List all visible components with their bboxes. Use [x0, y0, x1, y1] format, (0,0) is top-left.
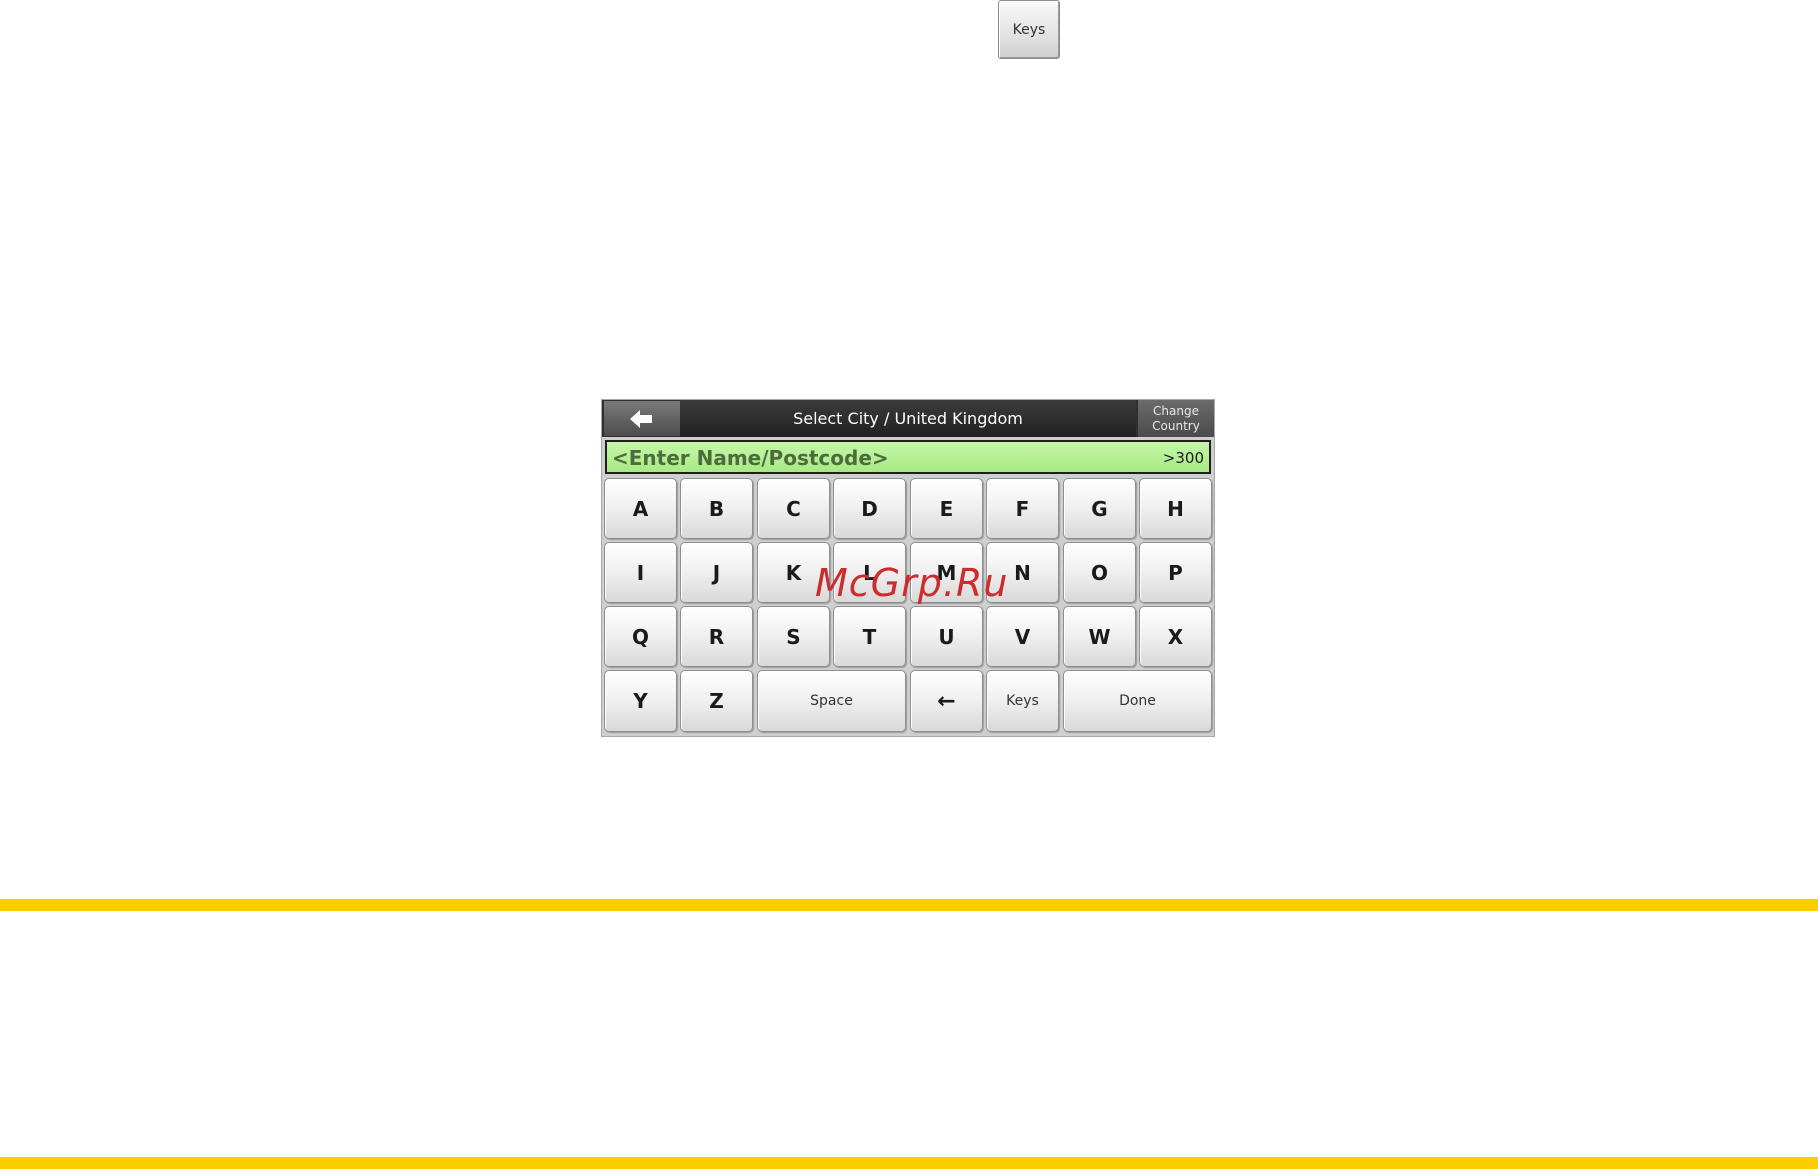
watermark: McGrp.Ru: [815, 561, 1009, 605]
accent-rule-top: [0, 899, 1818, 911]
key-d[interactable]: D: [833, 478, 906, 539]
change-country-label-line2: Country: [1152, 418, 1200, 433]
key-u[interactable]: U: [910, 606, 983, 667]
search-input[interactable]: <Enter Name/Postcode> >300: [605, 440, 1211, 474]
key-e[interactable]: E: [910, 478, 983, 539]
key-o[interactable]: O: [1063, 542, 1136, 603]
keys-key-icon-label: Keys: [1012, 21, 1046, 38]
keys-key-icon: Keys: [998, 0, 1060, 59]
accent-rule-bottom: [0, 1157, 1818, 1169]
key-f[interactable]: F: [986, 478, 1059, 539]
key-v[interactable]: V: [986, 606, 1059, 667]
key-y[interactable]: Y: [604, 670, 677, 732]
key-g[interactable]: G: [1063, 478, 1136, 539]
key-s[interactable]: S: [757, 606, 830, 667]
key-i[interactable]: I: [604, 542, 677, 603]
key-w[interactable]: W: [1063, 606, 1136, 667]
key-x[interactable]: X: [1139, 606, 1212, 667]
key-z[interactable]: Z: [680, 670, 753, 732]
result-count: >300: [1162, 449, 1204, 467]
key-r[interactable]: R: [680, 606, 753, 667]
space-key[interactable]: Space: [757, 670, 906, 732]
key-h[interactable]: H: [1139, 478, 1212, 539]
search-input-placeholder: <Enter Name/Postcode>: [612, 446, 889, 470]
key-j[interactable]: J: [680, 542, 753, 603]
screen-title: Select City / United Kingdom: [680, 400, 1136, 437]
key-a[interactable]: A: [604, 478, 677, 539]
key-c[interactable]: C: [757, 478, 830, 539]
key-q[interactable]: Q: [604, 606, 677, 667]
key-b[interactable]: B: [680, 478, 753, 539]
left-arrow-icon: [630, 409, 652, 428]
change-country-label-line1: Change: [1153, 403, 1199, 418]
keys-layout-key[interactable]: Keys: [986, 670, 1059, 732]
backspace-key[interactable]: ←: [910, 670, 983, 732]
key-t[interactable]: T: [833, 606, 906, 667]
done-key[interactable]: Done: [1063, 670, 1212, 732]
title-bar: Select City / United Kingdom Change Coun…: [602, 400, 1214, 437]
key-p[interactable]: P: [1139, 542, 1212, 603]
back-button[interactable]: [604, 401, 680, 436]
change-country-button[interactable]: Change Country: [1138, 400, 1214, 437]
